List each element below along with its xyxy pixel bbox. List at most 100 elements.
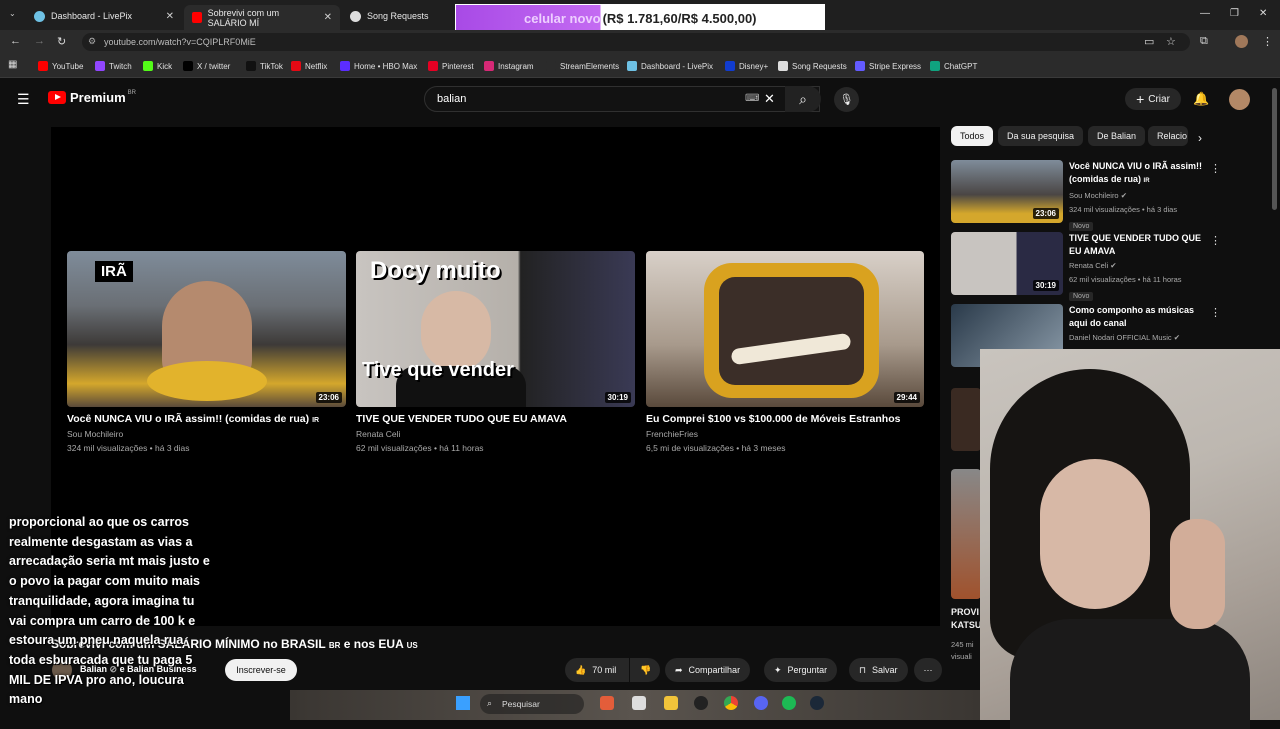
forward-icon[interactable]: →	[34, 35, 45, 47]
save-button[interactable]: ⊓ Salvar	[849, 658, 908, 682]
search-input[interactable]: balian	[424, 86, 820, 112]
bookmark-item[interactable]: Twitch	[95, 58, 132, 74]
create-button[interactable]: + Criar	[1125, 88, 1181, 110]
bookmark-item[interactable]: Stripe Express	[855, 58, 921, 74]
hamburger-menu-icon[interactable]: ☰	[17, 91, 30, 108]
bookmark-item[interactable]: StreamElements	[546, 58, 619, 74]
clear-search-icon[interactable]: ✕	[764, 91, 775, 107]
related-video-1[interactable]: 23:06 Você NUNCA VIU o IRÃ assim!! (comi…	[951, 160, 1209, 233]
related-thumbnail-partial[interactable]	[951, 388, 981, 451]
search-value: balian	[437, 93, 467, 105]
related-title[interactable]: TIVE QUE VENDER TUDO QUE EU AMAVA	[1069, 232, 1209, 257]
share-button[interactable]: ➦ Compartilhar	[665, 658, 751, 682]
close-tab-icon[interactable]: ✕	[324, 12, 332, 23]
related-title[interactable]: Você NUNCA VIU o IRÃ assim!! (comidas de…	[1069, 161, 1202, 184]
spotify-icon[interactable]	[782, 696, 796, 710]
bookmark-star-icon[interactable]: ☆	[1166, 35, 1176, 48]
apps-grid-icon[interactable]: ▦	[8, 59, 17, 70]
reload-icon[interactable]: ↻	[57, 35, 66, 48]
tab-song-requests[interactable]: Song Requests	[342, 5, 452, 27]
steam-icon[interactable]	[810, 696, 824, 710]
chip-todos[interactable]: Todos	[951, 126, 994, 146]
cast-icon[interactable]: ▭	[1144, 35, 1154, 48]
related-video-2[interactable]: 30:19 TIVE QUE VENDER TUDO QUE EU AMAVA …	[951, 232, 1209, 303]
bookmark-item[interactable]: YouTube	[38, 58, 83, 74]
like-button[interactable]: 👍 70 mil	[565, 658, 629, 682]
related-more-icon[interactable]: ⋮	[1210, 162, 1221, 175]
notifications-bell-icon[interactable]: 🔔	[1193, 91, 1209, 107]
chrome-icon[interactable]	[724, 696, 738, 710]
chevron-right-icon[interactable]: ›	[1198, 131, 1202, 145]
bookmark-favicon-icon	[484, 61, 494, 71]
bookmark-item[interactable]: Disney+	[725, 58, 768, 74]
share-arrow-icon: ➦	[675, 664, 683, 675]
endscreen-video-3[interactable]: 29:44 Eu Comprei $100 vs $100.000 de Móv…	[646, 251, 924, 453]
dislike-button[interactable]: 👎	[630, 658, 660, 682]
bookmark-item[interactable]: Netflix	[291, 58, 327, 74]
minimize-icon[interactable]: —	[1200, 8, 1210, 19]
voice-search-button[interactable]: 🎙	[834, 87, 859, 112]
endscreen-thumbnail[interactable]: Docy muito Tive que vender 30:19	[356, 251, 635, 407]
channel-name: Renata Celi	[356, 429, 401, 439]
bookmark-item[interactable]: TikTok	[246, 58, 283, 74]
obs-icon[interactable]	[694, 696, 708, 710]
taskbar-app-icon[interactable]	[600, 696, 614, 710]
windows-start-icon[interactable]	[456, 696, 470, 710]
more-actions-button[interactable]: ⋯	[914, 658, 942, 682]
save-label: Salvar	[872, 665, 898, 675]
profile-avatar[interactable]	[1235, 35, 1248, 48]
close-window-icon[interactable]: ✕	[1259, 8, 1267, 19]
bookmark-item[interactable]: Instagram	[484, 58, 534, 74]
maximize-icon[interactable]: ❐	[1230, 8, 1239, 19]
related-title-partial[interactable]: PROVI KATSU	[951, 606, 981, 632]
address-bar[interactable]: youtube.com/watch?v=CQIPLRF0MiE	[82, 33, 1190, 51]
extensions-icon[interactable]: ⧉	[1200, 35, 1208, 48]
tab-livepix[interactable]: Dashboard - LivePix ✕	[26, 5, 182, 27]
bookmark-item[interactable]: Dashboard - LivePix	[627, 58, 713, 74]
ask-button[interactable]: ✦ Perguntar	[764, 658, 838, 682]
file-explorer-icon[interactable]	[664, 696, 678, 710]
endscreen-video-2[interactable]: Docy muito Tive que vender 30:19 TIVE QU…	[356, 251, 635, 453]
endscreen-title[interactable]: Eu Comprei $100 vs $100.000 de Móveis Es…	[646, 413, 924, 425]
tab-list-chevron-icon[interactable]: ⌄	[9, 9, 16, 18]
bookmark-item[interactable]: Song Requests	[778, 58, 847, 74]
chip-da-sua-pesquisa[interactable]: Da sua pesquisa	[998, 126, 1084, 146]
taskbar-app-icon[interactable]	[632, 696, 646, 710]
chip-relacionados[interactable]: Relacio	[1148, 126, 1188, 146]
account-avatar[interactable]	[1229, 89, 1250, 110]
related-more-icon[interactable]: ⋮	[1210, 234, 1221, 247]
search-button[interactable]: ⌕	[785, 86, 821, 112]
video-duration: 23:06	[315, 392, 342, 403]
discord-icon[interactable]	[754, 696, 768, 710]
endscreen-title[interactable]: Você NUNCA VIU o IRÃ assim!! (comidas de…	[67, 413, 346, 425]
page-scrollbar[interactable]	[1272, 88, 1277, 210]
endscreen-title[interactable]: TIVE QUE VENDER TUDO QUE EU AMAVA	[356, 413, 635, 425]
close-tab-icon[interactable]: ✕	[166, 11, 174, 22]
related-more-icon[interactable]: ⋮	[1210, 306, 1221, 319]
tab-title: Sobrevivi com um SALÁRIO MÍ	[207, 7, 280, 28]
related-thumbnail[interactable]: 23:06	[951, 160, 1063, 223]
bookmark-item[interactable]: X / twitter	[183, 58, 230, 74]
youtube-premium-logo[interactable]: Premium BR	[48, 90, 136, 105]
bookmark-favicon-icon	[183, 61, 193, 71]
site-info-icon[interactable]: ⚙	[88, 36, 96, 47]
back-icon[interactable]: ←	[10, 35, 21, 47]
related-thumbnail[interactable]: 30:19	[951, 232, 1063, 295]
bookmark-item[interactable]: Pinterest	[428, 58, 474, 74]
bookmark-item[interactable]: Kick	[143, 58, 172, 74]
bookmark-label: ChatGPT	[944, 61, 978, 71]
endscreen-thumbnail[interactable]: IRÃ 23:06	[67, 251, 346, 407]
chip-de-balian[interactable]: De Balian	[1088, 126, 1146, 146]
endscreen-video-1[interactable]: IRÃ 23:06 Você NUNCA VIU o IRÃ assim!! (…	[67, 251, 346, 453]
taskbar-search[interactable]: Pesquisar	[480, 694, 584, 714]
endscreen-thumbnail[interactable]: 29:44	[646, 251, 924, 407]
related-thumbnail-partial[interactable]	[951, 469, 981, 599]
browser-menu-icon[interactable]: ⋮	[1262, 35, 1273, 48]
tab-youtube-active[interactable]: Sobrevivi com um SALÁRIO MÍ ✕	[184, 5, 340, 30]
bookmark-favicon-icon	[546, 61, 556, 71]
bookmark-item[interactable]: ChatGPT	[930, 58, 977, 74]
bookmark-favicon-icon	[725, 61, 735, 71]
related-title[interactable]: Como componho as músicas aqui do canal	[1069, 304, 1209, 329]
keyboard-icon[interactable]: ⌨	[745, 93, 759, 104]
bookmark-item[interactable]: Home • HBO Max	[340, 58, 417, 74]
